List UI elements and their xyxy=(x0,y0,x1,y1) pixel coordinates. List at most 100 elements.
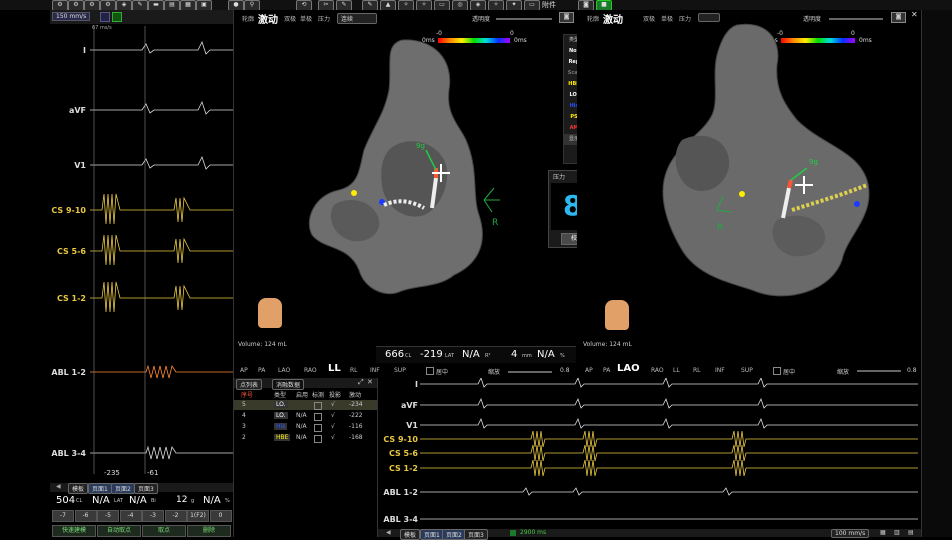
map-right-tab-activation[interactable]: 激动 xyxy=(603,11,623,26)
num-button[interactable]: 1(F2) xyxy=(187,510,209,522)
map-left-tab-activation[interactable]: 激动 xyxy=(258,11,278,26)
map-left-heart-model[interactable]: 9g R xyxy=(304,30,504,300)
lower-duration: 2900 ms xyxy=(520,529,547,536)
view-rao[interactable]: RAO xyxy=(304,367,317,374)
ecg-lead-label: CS 5-6 xyxy=(56,247,86,256)
orient-axis-3 xyxy=(483,199,493,213)
map-stat-lat-unit: LAT xyxy=(445,353,454,359)
map-left-tab-pressure[interactable]: 压力 xyxy=(318,14,330,23)
ecg-tool-icon-b[interactable] xyxy=(112,12,122,22)
num-button[interactable]: -3 xyxy=(142,510,164,522)
lower-record-icon[interactable] xyxy=(510,530,516,536)
lower-tool-icon-b[interactable]: ▥ xyxy=(894,529,900,536)
col-proj[interactable]: 投影 xyxy=(329,390,341,399)
col-id[interactable]: 序号 xyxy=(241,390,253,399)
point-map-checkbox[interactable] xyxy=(314,435,322,443)
view-sup[interactable]: SUP xyxy=(394,367,406,374)
point-list-expand-icon[interactable]: ⤢ xyxy=(358,378,364,387)
col-type[interactable]: 类型 xyxy=(274,390,286,399)
force-vector-label: 9g xyxy=(809,158,818,166)
attach-label[interactable]: 附件 xyxy=(542,0,556,10)
ecg-lead-label: I xyxy=(83,46,86,55)
lower-tab-nav-icon[interactable]: ◀ xyxy=(386,529,391,536)
view-ap[interactable]: AP xyxy=(240,367,248,374)
map-stat-na2: N/A xyxy=(537,349,555,360)
map-left-transparency-slider[interactable] xyxy=(496,18,552,20)
view-lao[interactable]: LAO xyxy=(617,363,640,374)
table-row[interactable]: 3 His N/A √ -116 xyxy=(234,422,377,432)
map-right-zoom-slider[interactable] xyxy=(857,370,901,372)
map-left-torso-icon[interactable] xyxy=(258,298,282,328)
lower-tab-template[interactable]: 模板 xyxy=(400,529,421,540)
action-button[interactable]: 删除 xyxy=(187,525,231,537)
view-sup[interactable]: SUP xyxy=(741,367,753,374)
view-ap[interactable]: AP xyxy=(585,367,593,374)
view-rl[interactable]: RL xyxy=(693,367,701,374)
map-right-tab-bipolar[interactable]: 双极 xyxy=(643,14,655,23)
point-list-tab-ablation[interactable]: 消融数据 xyxy=(272,379,305,390)
num-button[interactable]: -4 xyxy=(119,510,142,522)
view-rao[interactable]: RAO xyxy=(651,367,664,374)
view-rl[interactable]: RL xyxy=(350,367,358,374)
map-left-tab-unipolar[interactable]: 单极 xyxy=(300,14,312,23)
view-ll[interactable]: LL xyxy=(328,363,341,374)
map-right-camera-icon[interactable]: ◙ xyxy=(891,12,906,23)
map-left-tab-contour[interactable]: 轮廓 xyxy=(242,14,254,23)
num-button[interactable]: 0 xyxy=(209,510,232,522)
lower-tab-page2[interactable]: 页面2 xyxy=(442,529,466,540)
map-left-zoom-slider[interactable] xyxy=(508,371,552,373)
map-right-torso-icon[interactable] xyxy=(605,300,629,330)
point-list-tab-points[interactable]: 点列表 xyxy=(236,379,263,390)
ecg-tab-nav-icon[interactable]: ◀ xyxy=(56,483,61,490)
action-button[interactable]: 自动取点 xyxy=(97,525,141,537)
col-map[interactable]: 标测 xyxy=(312,390,324,399)
point-map-checkbox[interactable] xyxy=(314,424,322,432)
lower-tool-icon-a[interactable]: ▦ xyxy=(880,529,886,536)
lower-tool-icon-c[interactable]: ▤ xyxy=(908,529,914,536)
map-right-heart-model[interactable]: 9g R xyxy=(657,20,887,310)
action-button[interactable]: 快速建模 xyxy=(52,525,96,537)
ecg-tool-icon-a[interactable] xyxy=(100,12,110,22)
table-row[interactable]: 2 HBE N/A √ -168 xyxy=(234,433,377,443)
map-left-scale-right: 0ms xyxy=(514,37,527,44)
col-enabled[interactable]: 启用 xyxy=(296,390,308,399)
table-row[interactable]: 5 LO. √ -234 xyxy=(234,400,377,410)
map-left-header: 轮廓 激动 双极 单极 压力 连续 透明度 ◙ xyxy=(234,10,576,26)
stat-cl-value: 504 xyxy=(56,495,76,506)
col-act[interactable]: 激动 xyxy=(349,390,361,399)
ecg-lead-label: CS 1-2 xyxy=(56,294,86,303)
map-right-close-icon[interactable]: ✕ xyxy=(911,10,918,19)
view-lao[interactable]: LAO xyxy=(278,367,290,374)
view-ll[interactable]: LL xyxy=(673,367,680,374)
point-map-checkbox[interactable] xyxy=(314,402,322,410)
num-button[interactable]: -5 xyxy=(97,510,119,522)
map-right-tab-contour[interactable]: 轮廓 xyxy=(587,14,599,23)
num-button[interactable]: -2 xyxy=(164,510,187,522)
view-pa[interactable]: PA xyxy=(258,367,265,374)
view-inf[interactable]: INF xyxy=(715,367,725,374)
lower-tab-page1[interactable]: 页面1 xyxy=(420,529,444,540)
point-act: -222 xyxy=(349,412,363,419)
table-row[interactable]: 4 LO. N/A √ -222 xyxy=(234,411,377,421)
lower-tab-page3[interactable]: 页面3 xyxy=(464,529,488,540)
ecg-speed-select[interactable]: 150 mm/s xyxy=(52,12,91,21)
map-left-mode-select[interactable]: 连续 xyxy=(337,13,377,24)
point-map-checkbox[interactable] xyxy=(314,413,322,421)
ecg-tab-bar: ◀ 模板 页面1 页面2 页面3 xyxy=(50,483,233,494)
map-left-camera-icon[interactable]: ◙ xyxy=(559,12,574,23)
action-button[interactable]: 取点 xyxy=(142,525,186,537)
view-inf[interactable]: INF xyxy=(370,367,380,374)
num-button[interactable]: -7 xyxy=(52,510,74,522)
cursor-left-value: -235 xyxy=(104,469,120,477)
stat-pct-unit: % xyxy=(225,498,230,504)
map-right[interactable]: 轮廓 激动 双极 单极 压力 透明度 ◙ ✕ 0ms 0ms -0 0 9g R… xyxy=(577,10,921,377)
center-checkbox[interactable] xyxy=(426,367,434,375)
map-left[interactable]: 轮廓 激动 双极 单极 压力 连续 透明度 ◙ 0ms 0ms -0 0 9g … xyxy=(234,10,576,377)
stat-bi-unit: Bi xyxy=(151,498,156,504)
ecg-trace xyxy=(90,100,233,115)
view-pa[interactable]: PA xyxy=(603,367,610,374)
num-button[interactable]: -6 xyxy=(74,510,97,522)
lower-ecg-trace xyxy=(420,459,918,477)
map-left-tab-bipolar[interactable]: 双极 xyxy=(284,14,296,23)
map-right-center-checkbox[interactable] xyxy=(773,367,781,375)
